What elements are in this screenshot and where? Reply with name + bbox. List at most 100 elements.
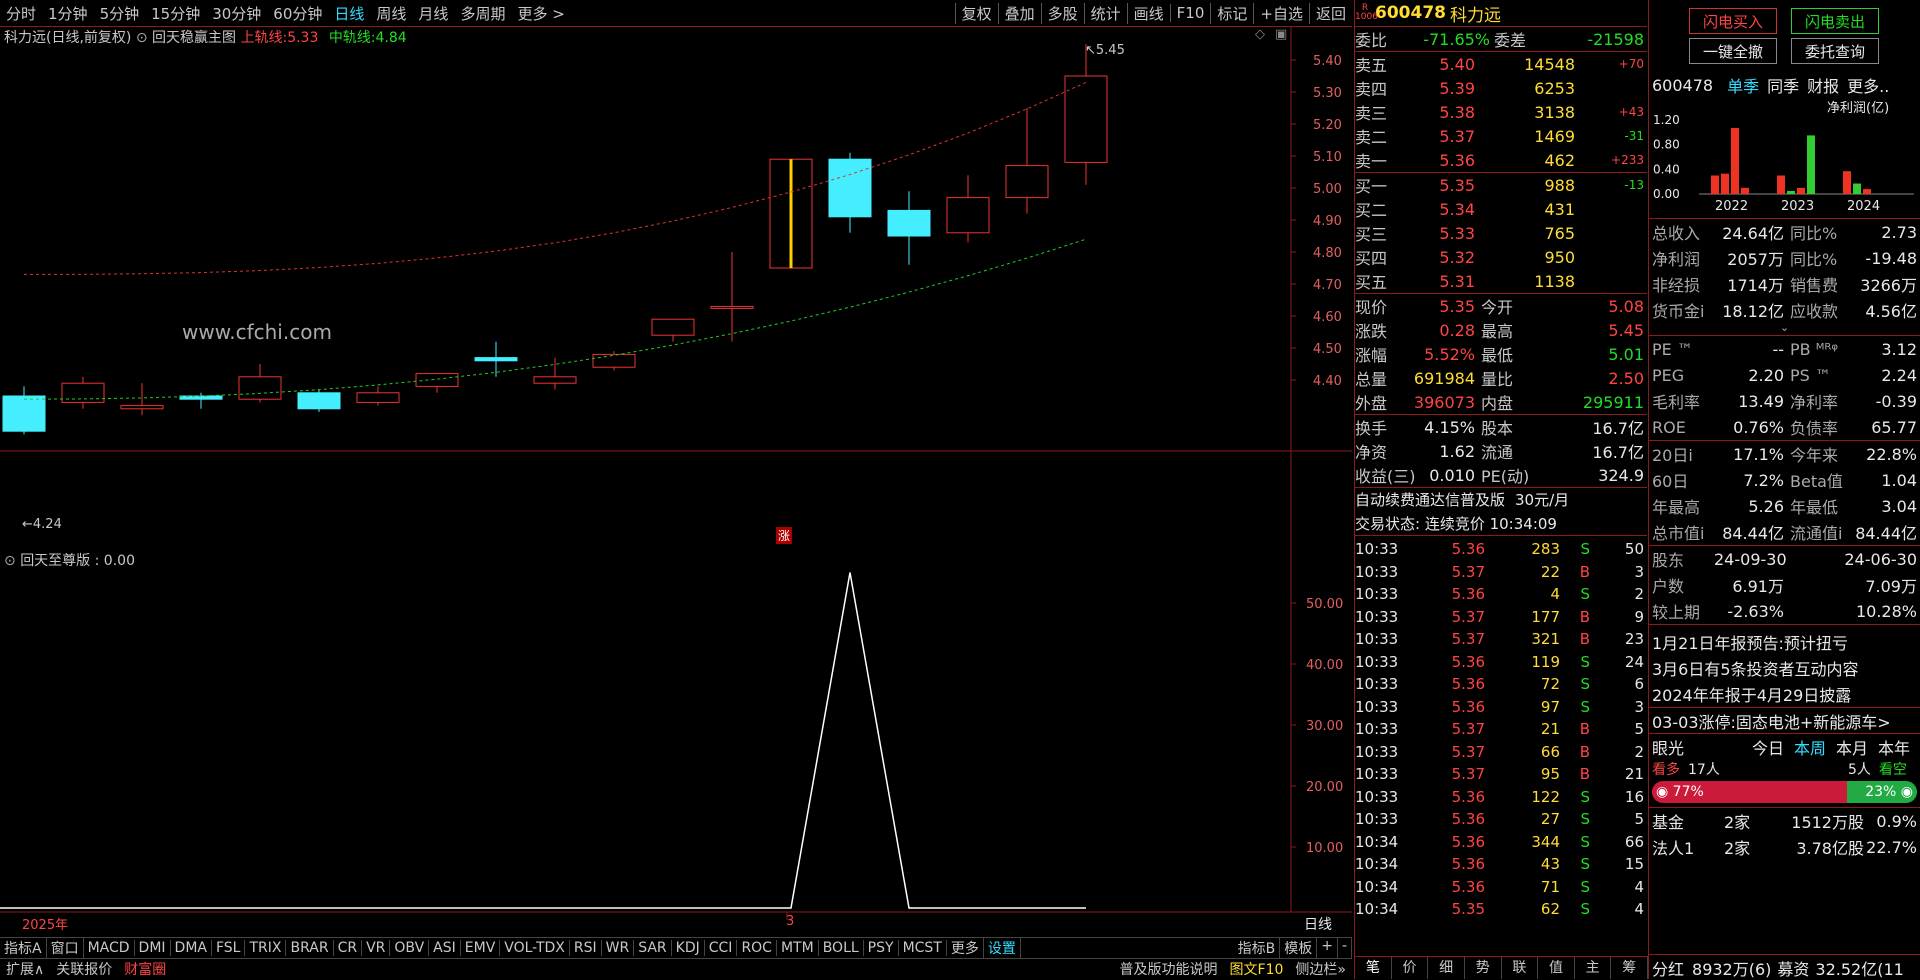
period-tab[interactable]: 5分钟 [94, 3, 146, 24]
indicator-tab[interactable]: WR [602, 940, 635, 956]
news-item[interactable]: 2024年年报于4月29日披露 [1649, 681, 1920, 707]
thumb-down-icon[interactable]: ◉ [1901, 784, 1913, 800]
axis-mode[interactable]: 日线 [1304, 914, 1332, 934]
flash-sell-button[interactable]: 闪电卖出 [1791, 8, 1879, 34]
status-right-item[interactable]: 图文F10 [1224, 959, 1290, 979]
quote-tab[interactable]: 笔 [1355, 957, 1392, 979]
indicator-tab[interactable]: VOL-TDX [500, 940, 570, 956]
indicator-tab[interactable]: 设置 [984, 938, 1021, 958]
tool-button[interactable]: 统计 [1083, 2, 1127, 24]
status-right-item[interactable]: 普及版功能说明 [1114, 959, 1224, 979]
tool-button[interactable]: 多股 [1040, 2, 1084, 24]
indicator-tab[interactable]: ROC [737, 940, 777, 956]
tool-button[interactable]: 叠加 [997, 2, 1041, 24]
tick-list[interactable]: 10:33 5.36 283 S 50 10:33 5.37 22 B 3 10:33 5.36 4 S 2… [1355, 535, 1647, 921]
indicator-tab[interactable]: BRAR [286, 940, 334, 956]
news-item[interactable]: 1月21日年报预告:预计扭亏 [1649, 629, 1920, 655]
period-tab[interactable]: 60分钟 [267, 3, 328, 24]
indicator-tab[interactable]: OBV [390, 940, 430, 956]
indicator-tab[interactable]: KDJ [672, 940, 705, 956]
order-row[interactable]: 卖四 5.39 6253 [1355, 76, 1647, 100]
indicator-tab[interactable]: CR [334, 940, 363, 956]
order-row[interactable]: 买五 5.31 1138 [1355, 269, 1647, 293]
indicator-tab[interactable]: VR [362, 940, 391, 956]
quote-tab[interactable]: 筹 [1611, 957, 1648, 979]
status-right-item[interactable]: 侧边栏» [1289, 959, 1352, 979]
period-tab[interactable]: 月线 [412, 3, 454, 24]
period-tab[interactable]: 1分钟 [42, 3, 94, 24]
quote-tab[interactable]: 联 [1502, 957, 1539, 979]
period-tab[interactable]: 15分钟 [145, 3, 206, 24]
indicator-tab[interactable]: FSL [212, 940, 246, 956]
indicator-tab[interactable]: BOLL [819, 940, 864, 956]
indicator-tab[interactable]: MCST [899, 940, 947, 956]
indicator-tab[interactable]: DMA [171, 940, 212, 956]
order-row[interactable]: 买一 5.35 988 -13 [1355, 173, 1647, 197]
indicator-tab[interactable]: EMV [461, 940, 501, 956]
indicator-tab[interactable]: MACD [84, 940, 135, 956]
tab-more[interactable]: 更多.. [1847, 73, 1889, 97]
quote-tab[interactable]: 主 [1575, 957, 1612, 979]
indicator-tab[interactable]: DMI [135, 940, 171, 956]
news-list[interactable]: 1月21日年报预告:预计扭亏 3月6日有5条投资者互动内容 2024年年报于4月29… [1649, 624, 1920, 707]
tab-month[interactable]: 本月 [1836, 735, 1878, 759]
indicator-tab[interactable]: TRIX [245, 940, 287, 956]
order-row[interactable]: 卖五 5.40 14548 +70 [1355, 52, 1647, 76]
tool-button[interactable]: 画线 [1126, 2, 1170, 24]
indicator-tab[interactable]: 指标A [0, 938, 47, 958]
tab-single[interactable]: 单季 [1727, 73, 1759, 97]
order-query-button[interactable]: 委托查询 [1791, 38, 1879, 64]
order-row[interactable]: 买四 5.32 950 [1355, 245, 1647, 269]
tool-button[interactable]: 标记 [1210, 2, 1253, 24]
tab-today[interactable]: 今日 [1752, 735, 1794, 759]
period-tab[interactable]: 30分钟 [206, 3, 267, 24]
flash-buy-button[interactable]: 闪电买入 [1689, 8, 1777, 34]
candlestick-chart[interactable]: 5.40 5.30 5.20 5.10 5.00 4.90 4.80 4.70 4.60 4.50… [0, 27, 1352, 947]
status-item[interactable]: 财富圈 [118, 959, 172, 979]
indicator-right-button[interactable]: 模板 [1280, 938, 1318, 958]
indicator-right-button[interactable]: 指标B [1234, 938, 1281, 958]
indicator-tab[interactable]: CCI [705, 940, 738, 956]
tab-report[interactable]: 财报 [1807, 73, 1839, 97]
indicator-right-button[interactable]: + [1317, 938, 1338, 958]
quote-tab[interactable]: 势 [1465, 957, 1502, 979]
indicator-tab[interactable]: ASI [429, 940, 461, 956]
period-tab[interactable]: 多周期 [454, 3, 511, 24]
tool-button[interactable]: 返回 [1308, 2, 1352, 24]
tab-same[interactable]: 同季 [1767, 73, 1799, 97]
quote-tab[interactable]: 值 [1538, 957, 1575, 979]
tool-button[interactable]: +自选 [1253, 2, 1309, 24]
tab-year[interactable]: 本年 [1878, 735, 1910, 759]
order-row[interactable]: 卖二 5.37 1469 -31 [1355, 124, 1647, 148]
indicator-tab[interactable]: RSI [570, 940, 602, 956]
news-item[interactable]: 3月6日有5条投资者互动内容 [1649, 655, 1920, 681]
info-row: 较上期 -2.63% 10.28% [1652, 601, 1917, 623]
indicator-right-button[interactable]: - [1338, 938, 1352, 958]
quote-tab[interactable]: 细 [1428, 957, 1465, 979]
chart-area[interactable]: 科力远(日线,前复权) ⊙ 回天稳赢主图 上轨线:5.33 中轨线:4.84 ◇… [0, 27, 1352, 947]
limit-news[interactable]: 03-03涨停:固态电池+新能源车> [1649, 707, 1920, 733]
order-row[interactable]: 卖一 5.36 462 +233 [1355, 148, 1647, 172]
quote-tab[interactable]: 价 [1392, 957, 1429, 979]
indicator-tab[interactable]: 窗口 [47, 938, 84, 958]
order-row[interactable]: 买二 5.34 431 [1355, 197, 1647, 221]
period-tab[interactable]: 日线 [328, 3, 370, 24]
indicator-tab[interactable]: MTM [777, 940, 819, 956]
thumb-up-icon[interactable]: ◉ [1656, 784, 1668, 800]
expand-icon[interactable]: ⌄ [1649, 322, 1920, 335]
status-item[interactable]: 关联报价 [50, 959, 118, 979]
indicator-tab[interactable]: SAR [634, 940, 672, 956]
indicator-tab[interactable]: 更多 [947, 938, 984, 958]
cancel-all-button[interactable]: 一键全撤 [1689, 38, 1777, 64]
tool-button[interactable]: F10 [1169, 4, 1211, 22]
order-row[interactable]: 卖三 5.38 3138 +43 [1355, 100, 1647, 124]
promo-row[interactable]: 自动续费通达信普及版 30元/月 [1355, 487, 1647, 511]
period-tab[interactable]: 周线 [370, 3, 412, 24]
period-tab[interactable]: 分时 [0, 3, 42, 24]
status-item[interactable]: 扩展∧ [0, 959, 50, 979]
indicator-tab[interactable]: PSY [864, 940, 899, 956]
period-tab[interactable]: 更多 > [511, 3, 570, 24]
tool-button[interactable]: 复权 [954, 2, 998, 24]
tab-week[interactable]: 本周 [1794, 735, 1836, 759]
order-row[interactable]: 买三 5.33 765 [1355, 221, 1647, 245]
